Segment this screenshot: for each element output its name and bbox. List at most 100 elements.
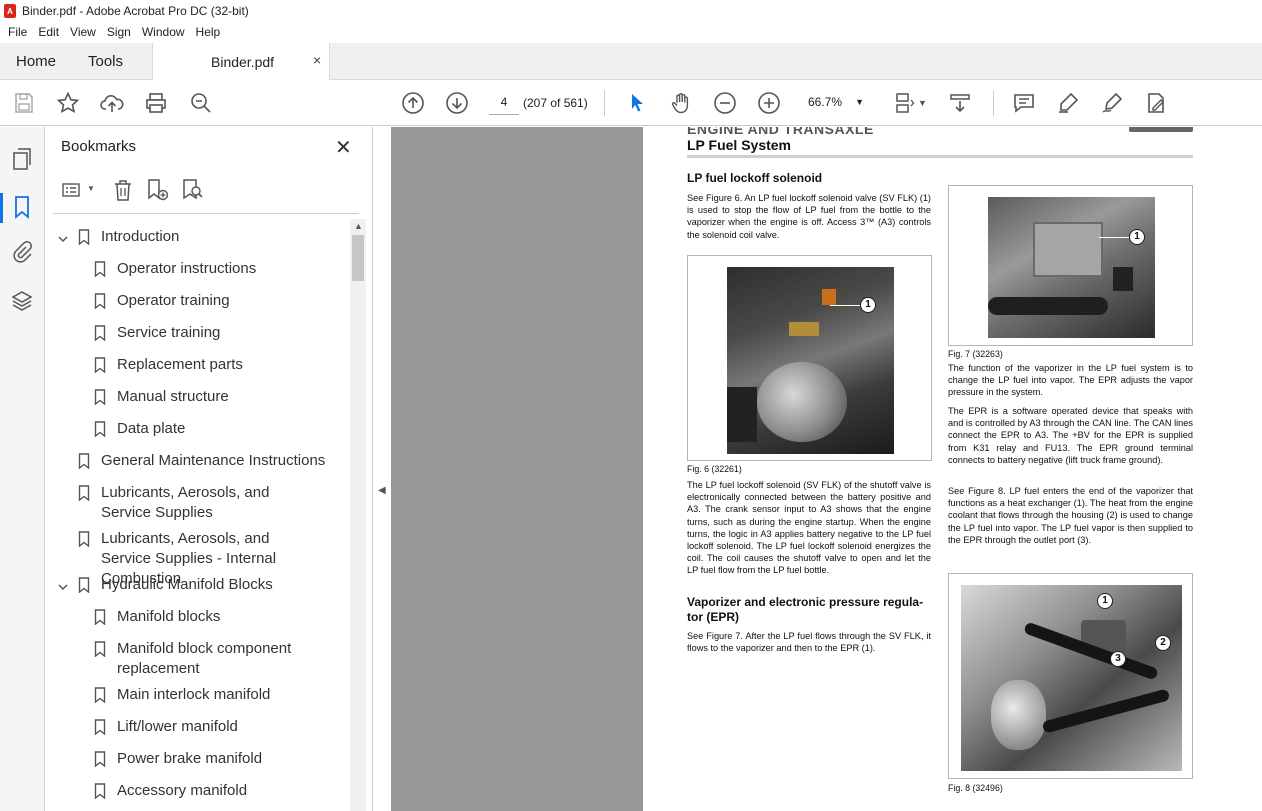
document-viewer[interactable]: ENGINE AND TRANSAXLE LP Fuel System LP f… xyxy=(391,127,1262,811)
menu-view[interactable]: View xyxy=(65,22,102,42)
bookmark-item[interactable]: Manifold block component replacement xyxy=(45,639,345,679)
tab-document[interactable]: Binder.pdf × xyxy=(152,43,330,81)
bookmark-label: Manual structure xyxy=(117,388,229,405)
find-bookmark-icon[interactable] xyxy=(180,178,204,202)
draw-sign-icon[interactable] xyxy=(1100,91,1124,115)
layers-icon[interactable] xyxy=(10,289,34,313)
bookmark-icon xyxy=(94,609,106,626)
menu-file[interactable]: File xyxy=(3,22,33,42)
bookmark-label: Operator training xyxy=(117,292,230,309)
bookmark-icon xyxy=(94,783,106,800)
bookmark-item[interactable]: Lubricants, Aerosols, and Service Suppli… xyxy=(45,483,345,523)
tab-document-label: Binder.pdf xyxy=(211,54,275,70)
options-list-icon[interactable] xyxy=(61,178,85,202)
bookmark-icon xyxy=(78,531,90,548)
window-title: Binder.pdf - Adobe Acrobat Pro DC (32-bi… xyxy=(22,4,249,18)
previous-page-icon[interactable] xyxy=(401,91,425,115)
chevron-down-icon[interactable] xyxy=(57,231,69,243)
bookmark-icon xyxy=(78,485,90,502)
hand-tool-icon[interactable] xyxy=(669,91,693,115)
bookmark-list: Introduction Operator instructions Operato… xyxy=(45,219,350,811)
tab-home[interactable]: Home xyxy=(16,53,56,70)
paragraph: See Figure 6. An LP fuel lockoff solenoi… xyxy=(687,193,931,240)
bookmark-label: Service training xyxy=(117,324,221,341)
bookmark-icon xyxy=(94,719,106,736)
page-number-input[interactable]: 4 xyxy=(489,91,519,115)
attachments-icon[interactable] xyxy=(10,240,34,264)
scroll-mode-icon[interactable] xyxy=(948,91,972,115)
tab-bar: Home Tools Binder.pdf × xyxy=(0,43,1262,81)
new-bookmark-icon[interactable] xyxy=(145,178,169,202)
bookmark-icon xyxy=(78,577,90,594)
page-display-caret[interactable]: ▼ xyxy=(918,98,927,108)
upload-cloud-icon[interactable] xyxy=(100,91,124,115)
chevron-down-icon[interactable] xyxy=(57,579,69,591)
next-page-icon[interactable] xyxy=(445,91,469,115)
callout: 1 xyxy=(1097,593,1113,609)
bookmark-label: Operator instructions xyxy=(117,260,257,277)
bookmark-icon xyxy=(94,357,106,374)
figure-6: 1 xyxy=(687,255,932,461)
zoom-out-icon[interactable] xyxy=(713,91,737,115)
bookmark-icon xyxy=(94,389,106,406)
header-logo xyxy=(1129,127,1193,132)
menu-window[interactable]: Window xyxy=(137,22,191,42)
select-cursor-icon[interactable] xyxy=(625,91,649,115)
menu-edit[interactable]: Edit xyxy=(33,22,65,42)
highlight-pen-icon[interactable] xyxy=(1056,91,1080,115)
acrobat-logo-icon: A xyxy=(4,4,16,18)
figure-7-photo xyxy=(988,197,1155,338)
print-icon[interactable] xyxy=(144,91,168,115)
close-icon[interactable]: ✕ xyxy=(335,135,352,160)
section-heading: LP fuel lockoff solenoid xyxy=(687,171,823,185)
options-caret-icon[interactable]: ▼ xyxy=(87,184,95,193)
menu-help[interactable]: Help xyxy=(191,22,227,42)
bookmark-scrollbar[interactable]: ▲ xyxy=(350,219,366,811)
bookmark-item[interactable]: Accessory manifold xyxy=(45,781,345,811)
panel-collapse-handle[interactable]: ◀ xyxy=(373,127,391,811)
fill-sign-icon[interactable] xyxy=(1144,91,1168,115)
delete-bookmark-icon[interactable] xyxy=(111,178,135,202)
tab-tools[interactable]: Tools xyxy=(88,53,123,70)
page-display-icon[interactable] xyxy=(893,91,917,115)
figure-8-photo xyxy=(961,585,1182,771)
bookmark-item[interactable]: Lubricants, Aerosols, and Service Suppli… xyxy=(45,529,345,587)
bookmark-icon xyxy=(94,751,106,768)
panel-divider xyxy=(53,213,359,214)
title-rule xyxy=(687,155,1193,158)
bookmark-icon xyxy=(94,293,106,310)
panel-title: Bookmarks xyxy=(61,138,137,155)
callout: 1 xyxy=(860,297,876,313)
paragraph: The EPR is a software operated device th… xyxy=(948,406,1193,465)
zoom-level-value: 66.7% xyxy=(808,95,843,109)
page-thumbnails-icon[interactable] xyxy=(10,147,34,171)
page-count: (207 of 561) xyxy=(523,96,588,110)
bookmark-icon xyxy=(78,229,90,246)
running-header: ENGINE AND TRANSAXLE xyxy=(687,127,874,137)
bookmark-icon xyxy=(94,641,106,658)
section-heading: Vaporizer and electronic pressure regula… xyxy=(687,595,924,609)
paragraph: The function of the vaporizer in the LP … xyxy=(948,363,1193,398)
toolbar-divider xyxy=(604,90,605,116)
title-bar: A Binder.pdf - Adobe Acrobat Pro DC (32-… xyxy=(0,0,1262,22)
tab-close-icon[interactable]: × xyxy=(313,52,321,68)
find-zoom-icon[interactable] xyxy=(189,91,213,115)
comment-icon[interactable] xyxy=(1012,91,1036,115)
bookmark-icon xyxy=(94,261,106,278)
chevron-down-icon: ▼ xyxy=(855,97,864,107)
bookmarks-panel-icon[interactable] xyxy=(10,195,34,219)
callout: 1 xyxy=(1129,229,1145,245)
zoom-level-select[interactable]: 66.7% ▼ xyxy=(800,91,870,115)
scroll-up-icon[interactable]: ▲ xyxy=(354,221,363,231)
collapse-arrow-icon[interactable]: ◀ xyxy=(378,485,386,496)
bookmark-toolbar: ▼ xyxy=(45,175,373,211)
zoom-in-icon[interactable] xyxy=(757,91,781,115)
scrollbar-thumb[interactable] xyxy=(352,235,364,281)
bookmark-label: Data plate xyxy=(117,420,186,437)
bookmark-label: Main interlock manifold xyxy=(117,686,271,703)
save-icon[interactable] xyxy=(12,91,36,115)
bookmark-icon xyxy=(94,687,106,704)
bookmark-star-icon[interactable] xyxy=(56,91,80,115)
section-heading-cont: tor (EPR) xyxy=(687,610,739,624)
menu-sign[interactable]: Sign xyxy=(102,22,137,42)
